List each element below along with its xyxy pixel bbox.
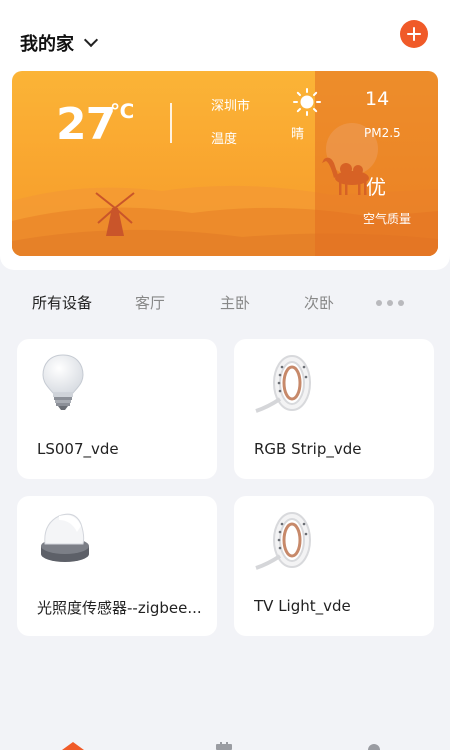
home-icon[interactable] bbox=[62, 742, 84, 750]
device-name: 光照度传感器--zigbee... bbox=[37, 599, 202, 617]
home-name: 我的家 bbox=[20, 34, 74, 55]
device-card[interactable]: TV Light_vde bbox=[234, 496, 434, 636]
tab-master-bedroom[interactable]: 主卧 bbox=[220, 292, 250, 313]
device-name: RGB Strip_vde bbox=[254, 440, 362, 458]
city-label: 深圳市 bbox=[211, 99, 251, 114]
weather-card[interactable]: 27 ℃ 深圳市 温度 晴 14 PM2.5 优 空气质量 bbox=[12, 71, 438, 256]
device-card[interactable]: 光照度传感器--zigbee... bbox=[17, 496, 217, 636]
chevron-down-icon bbox=[83, 32, 99, 48]
tab-second-bedroom[interactable]: 次卧 bbox=[304, 292, 334, 313]
aqi-value: 14 bbox=[365, 88, 390, 110]
tab-all-devices[interactable]: 所有设备 bbox=[32, 292, 92, 313]
temperature-value: 27 bbox=[56, 99, 116, 150]
light-strip-icon bbox=[255, 512, 311, 570]
device-card[interactable]: LS007_vde bbox=[17, 339, 217, 479]
profile-icon[interactable] bbox=[365, 742, 383, 750]
bulb-icon bbox=[42, 354, 84, 410]
more-icon[interactable] bbox=[376, 300, 404, 306]
add-device-button[interactable] bbox=[400, 20, 428, 48]
header-area: 我的家 27 ℃ 深圳市 温度 晴 14 PM2.5 优 空气质量 bbox=[0, 0, 450, 270]
room-tabs: 所有设备 客厅 主卧 次卧 bbox=[0, 292, 450, 316]
device-name: LS007_vde bbox=[37, 440, 119, 458]
aqi-description: 空气质量 bbox=[363, 212, 412, 226]
scene-icon[interactable] bbox=[214, 742, 234, 750]
home-selector[interactable]: 我的家 bbox=[20, 30, 99, 56]
device-name: TV Light_vde bbox=[254, 597, 351, 615]
aqi-level: 优 bbox=[366, 175, 386, 199]
light-strip-icon bbox=[255, 355, 311, 413]
bottom-nav bbox=[0, 736, 450, 750]
aqi-label: PM2.5 bbox=[364, 126, 401, 140]
weather-divider bbox=[170, 103, 172, 143]
tab-living-room[interactable]: 客厅 bbox=[135, 292, 165, 313]
temperature-label: 温度 bbox=[211, 132, 238, 147]
light-sensor-icon bbox=[41, 513, 89, 562]
weather-condition: 晴 bbox=[291, 127, 305, 142]
temperature-unit: ℃ bbox=[110, 99, 135, 123]
sun-icon bbox=[293, 88, 321, 116]
device-card[interactable]: RGB Strip_vde bbox=[234, 339, 434, 479]
